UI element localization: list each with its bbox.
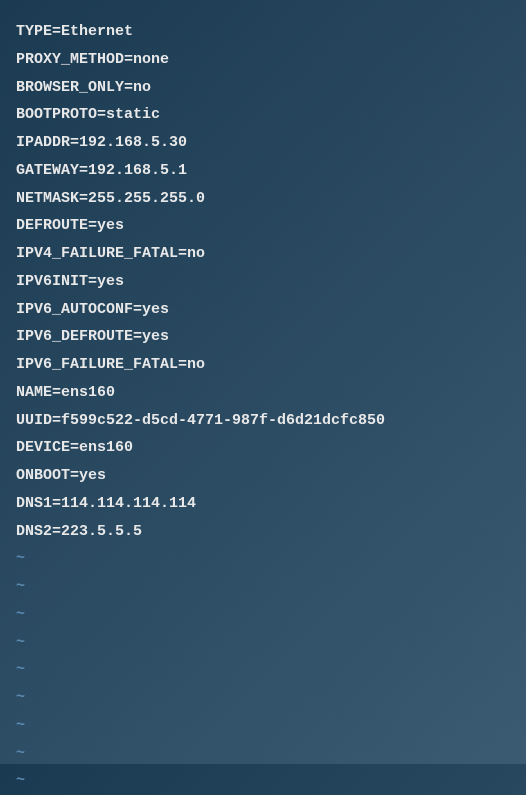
- empty-line-marker: ~: [16, 573, 510, 601]
- config-line: PROXY_METHOD=none: [16, 46, 510, 74]
- config-line: NETMASK=255.255.255.0: [16, 185, 510, 213]
- vi-editor-viewport[interactable]: TYPE=Ethernet PROXY_METHOD=none BROWSER_…: [16, 18, 510, 795]
- config-line: IPADDR=192.168.5.30: [16, 129, 510, 157]
- empty-line-marker: ~: [16, 629, 510, 657]
- config-line: TYPE=Ethernet: [16, 18, 510, 46]
- config-line: GATEWAY=192.168.5.1: [16, 157, 510, 185]
- empty-line-marker: ~: [16, 545, 510, 573]
- config-line: DNS1=114.114.114.114: [16, 490, 510, 518]
- config-line: UUID=f599c522-d5cd-4771-987f-d6d21dcfc85…: [16, 407, 510, 435]
- empty-line-marker: ~: [16, 684, 510, 712]
- config-line: IPV6_FAILURE_FATAL=no: [16, 351, 510, 379]
- empty-line-marker: ~: [16, 712, 510, 740]
- config-line: ONBOOT=yes: [16, 462, 510, 490]
- config-line: IPV4_FAILURE_FATAL=no: [16, 240, 510, 268]
- empty-line-marker: ~: [16, 601, 510, 629]
- config-line: NAME=ens160: [16, 379, 510, 407]
- empty-line-marker: ~: [16, 767, 510, 795]
- config-line: DEVICE=ens160: [16, 434, 510, 462]
- config-line: IPV6INIT=yes: [16, 268, 510, 296]
- config-line: DNS2=223.5.5.5: [16, 518, 510, 546]
- config-line: IPV6_AUTOCONF=yes: [16, 296, 510, 324]
- empty-line-marker: ~: [16, 656, 510, 684]
- config-line: BROWSER_ONLY=no: [16, 74, 510, 102]
- empty-line-marker: ~: [16, 740, 510, 768]
- config-line: DEFROUTE=yes: [16, 212, 510, 240]
- config-line: BOOTPROTO=static: [16, 101, 510, 129]
- config-line: IPV6_DEFROUTE=yes: [16, 323, 510, 351]
